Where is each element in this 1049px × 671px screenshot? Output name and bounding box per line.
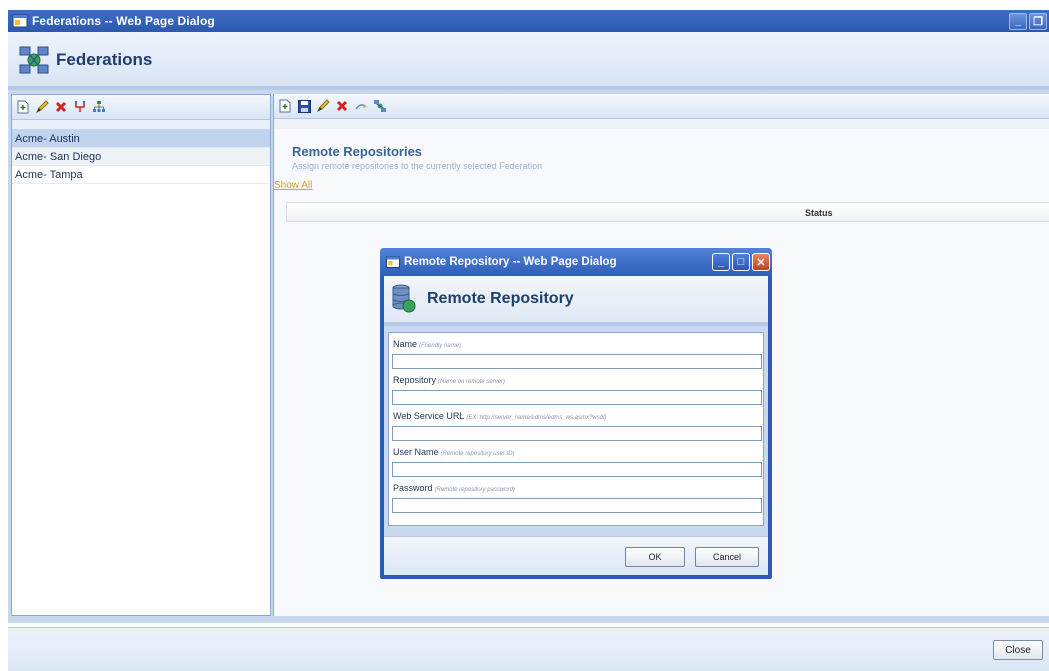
modal-body: Name (Friendly name) Repository (Name on r…	[384, 326, 768, 536]
left-toolbar	[12, 95, 270, 120]
federation-item[interactable]: Acme- Austin	[12, 130, 270, 148]
ok-button[interactable]: OK	[625, 547, 685, 567]
edit-icon[interactable]	[35, 100, 49, 114]
federations-dialog: Federations -- Web Page Dialog _ ❐ Feder…	[0, 0, 1049, 671]
minimize-button[interactable]: _	[1009, 12, 1027, 30]
delete-icon[interactable]	[54, 100, 68, 114]
user-name-label: User Name (Remote repository user ID)	[393, 447, 515, 457]
edit-icon[interactable]	[316, 99, 330, 113]
cancel-button[interactable]: Cancel	[695, 547, 759, 567]
modal-window-title: Remote Repository -- Web Page Dialog	[404, 256, 617, 268]
modal-close-button[interactable]: ✕	[752, 253, 770, 271]
modal-minimize-button[interactable]: _	[712, 253, 730, 271]
repository-label: Repository (Name on remote server)	[393, 375, 506, 385]
sync-icon[interactable]	[354, 99, 368, 113]
move-icon[interactable]	[73, 100, 87, 114]
user-name-input[interactable]	[392, 462, 762, 477]
federation-item[interactable]: Acme- Tampa	[12, 166, 270, 184]
repository-input[interactable]	[392, 390, 762, 405]
password-label: Password (Remote repository password)	[393, 483, 515, 493]
web-service-url-label: Web Service URL (EX: http://server_name/e…	[393, 411, 607, 421]
right-panel-subheader	[274, 119, 1049, 129]
dialog-footer: Close	[8, 627, 1049, 671]
repository-form: Name (Friendly name) Repository (Name on r…	[388, 332, 764, 526]
section-description: Assign remote repositories to the curren…	[292, 161, 543, 171]
window-icon	[12, 14, 28, 28]
save-icon[interactable]	[297, 99, 311, 113]
repositories-icon[interactable]	[373, 99, 387, 113]
repository-icon	[392, 284, 416, 314]
restore-button[interactable]: ❐	[1029, 12, 1047, 30]
web-service-url-input[interactable]	[392, 426, 762, 441]
modal-title-bar[interactable]: Remote Repository -- Web Page Dialog _ □…	[380, 248, 772, 276]
modal-footer: OK Cancel	[384, 536, 768, 575]
column-header-status[interactable]: Status	[805, 208, 833, 218]
modal-maximize-button[interactable]: □	[732, 253, 750, 271]
outer-window-title: Federations -- Web Page Dialog	[32, 14, 215, 28]
federations-list: Acme- Austin Acme- San Diego Acme- Tampa	[12, 130, 270, 184]
delete-icon[interactable]	[335, 99, 349, 113]
hierarchy-icon[interactable]	[92, 100, 106, 114]
name-label: Name (Friendly name)	[393, 339, 462, 349]
close-button[interactable]: Close	[993, 640, 1043, 660]
show-all-link[interactable]: Show All	[274, 180, 312, 191]
federations-icon	[19, 46, 49, 74]
outer-title-bar[interactable]: Federations -- Web Page Dialog _ ❐	[8, 10, 1049, 32]
left-panel-subheader	[12, 120, 270, 130]
modal-title: Remote Repository	[427, 290, 574, 307]
new-icon[interactable]	[16, 100, 30, 114]
federation-item[interactable]: Acme- San Diego	[12, 148, 270, 166]
federations-panel: Acme- Austin Acme- San Diego Acme- Tampa	[11, 94, 271, 616]
page-header: Federations	[8, 32, 1049, 90]
password-input[interactable]	[392, 498, 762, 513]
remote-repository-dialog: Remote Repository -- Web Page Dialog _ □…	[380, 248, 772, 579]
right-toolbar	[274, 94, 1049, 119]
section-title: Remote Repositories	[292, 144, 423, 159]
repositories-grid-header: Status	[286, 202, 1049, 222]
modal-header: Remote Repository	[384, 276, 768, 326]
name-input[interactable]	[392, 354, 762, 369]
page-title: Federations	[56, 50, 153, 69]
new-icon[interactable]	[278, 99, 292, 113]
window-icon	[386, 256, 400, 268]
